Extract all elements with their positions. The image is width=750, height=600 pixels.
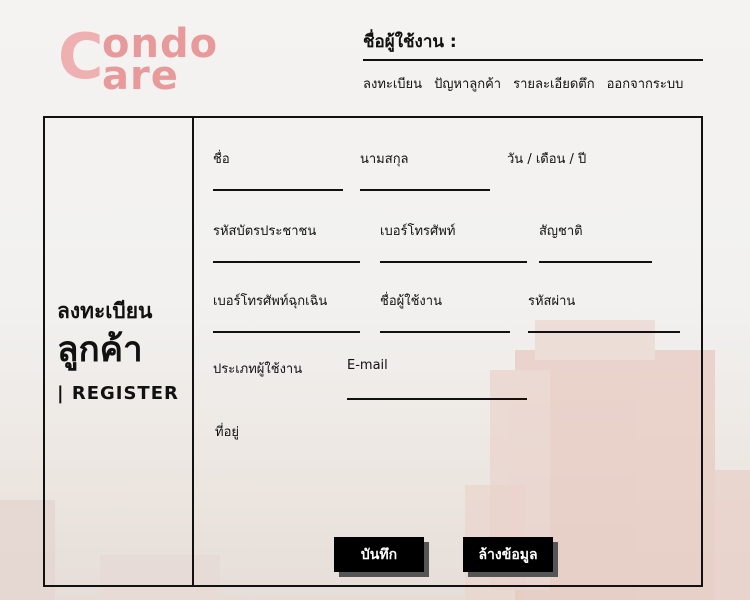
- username-field[interactable]: [380, 313, 510, 333]
- nav-register[interactable]: ลงทะเบียน: [363, 73, 422, 94]
- side-title-register: | REGISTER: [57, 383, 179, 404]
- last-name-field[interactable]: [360, 171, 490, 191]
- username-label: ชื่อผู้ใช้งาน :: [363, 32, 457, 52]
- phone-field[interactable]: [380, 243, 527, 263]
- id-card-field[interactable]: [213, 243, 360, 263]
- save-button[interactable]: บันทึก: [334, 537, 424, 572]
- last-name-label: นามสกุล: [360, 152, 409, 167]
- first-name-field[interactable]: [213, 171, 343, 191]
- side-title-line2: ลูกค้า: [57, 330, 143, 370]
- nationality-label: สัญชาติ: [539, 224, 583, 239]
- side-title: ลงทะเบียน ลูกค้า | REGISTER: [45, 118, 194, 585]
- id-card-label: รหัสบัตรประชาชน: [213, 224, 317, 239]
- address-label: ที่อยู่: [215, 425, 239, 440]
- nav-building-details[interactable]: รายละเอียดตึก: [513, 73, 594, 94]
- email-field[interactable]: [347, 380, 527, 400]
- top-nav: ลงทะเบียน ปัญหาลูกค้า รายละเอียดตึก ออกจ…: [363, 73, 683, 94]
- username-field-label: ชื่อผู้ใช้งาน: [380, 294, 442, 309]
- password-label: รหัสผ่าน: [528, 294, 576, 309]
- phone-label: เบอร์โทรศัพท์: [380, 224, 456, 239]
- emergency-phone-label: เบอร์โทรศัพท์ฉุกเฉิน: [213, 294, 328, 309]
- first-name-label: ชื่อ: [213, 152, 230, 167]
- username-underline: [363, 59, 703, 61]
- nav-customer-issues[interactable]: ปัญหาลูกค้า: [434, 73, 501, 94]
- register-panel: ลงทะเบียน ลูกค้า | REGISTER ชื่อ นามสกุล…: [43, 116, 703, 587]
- password-field[interactable]: [528, 313, 680, 333]
- dob-label: วัน / เดือน / ปี: [507, 152, 587, 167]
- condo-care-logo: C ondo are: [58, 20, 219, 99]
- emergency-phone-field[interactable]: [213, 313, 360, 333]
- nationality-field[interactable]: [539, 243, 652, 263]
- nav-logout[interactable]: ออกจากระบบ: [607, 73, 684, 94]
- clear-button[interactable]: ล้างข้อมูล: [463, 537, 553, 572]
- user-type-label: ประเภทผู้ใช้งาน: [213, 362, 303, 377]
- email-label: E-mail: [347, 358, 388, 373]
